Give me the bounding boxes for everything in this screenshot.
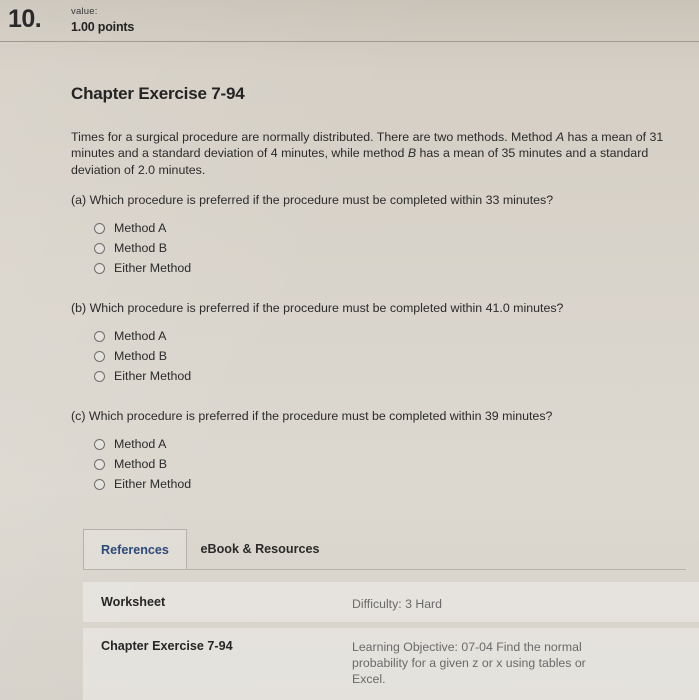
tab-ebook-resources[interactable]: eBook & Resources xyxy=(187,529,333,569)
problem-statement: Times for a surgical procedure are norma… xyxy=(71,129,686,178)
part-label-b: (b) xyxy=(71,301,87,315)
radio-icon[interactable] xyxy=(94,458,105,470)
radio-icon[interactable] xyxy=(94,370,105,382)
radio-icon[interactable] xyxy=(94,262,105,274)
part-question-b: Which procedure is preferred if the proc… xyxy=(89,301,564,315)
option-a-either-method[interactable]: Either Method xyxy=(94,258,686,278)
option-c-either-method[interactable]: Either Method xyxy=(94,474,686,494)
question-number: 10. xyxy=(8,5,42,33)
question-header: 10. value: 1.00 points xyxy=(0,0,699,41)
option-group-b: Method A Method B Either Method xyxy=(71,326,686,386)
part-question-a: Which procedure is preferred if the proc… xyxy=(89,193,554,207)
option-b-method-b[interactable]: Method B xyxy=(94,346,686,366)
option-label: Method A xyxy=(114,221,167,235)
radio-icon[interactable] xyxy=(94,242,105,254)
header-divider xyxy=(0,41,699,42)
option-a-method-b[interactable]: Method B xyxy=(94,238,686,258)
radio-icon[interactable] xyxy=(94,330,105,342)
question-text-c: (c) Which procedure is preferred if the … xyxy=(71,409,686,423)
row-difficulty: Difficulty: 3 Hard xyxy=(352,597,442,611)
radio-icon[interactable] xyxy=(94,222,105,234)
tab-label: References xyxy=(101,542,169,557)
value-label: value: xyxy=(71,6,98,17)
option-label: Either Method xyxy=(114,477,192,491)
option-label: Method B xyxy=(114,457,168,471)
question-part-c: (c) Which procedure is preferred if the … xyxy=(71,409,686,494)
option-label: Method B xyxy=(114,349,168,363)
tabs-divider xyxy=(83,569,686,570)
radio-icon[interactable] xyxy=(94,478,105,490)
table-row[interactable]: Chapter Exercise 7-94 Learning Objective… xyxy=(83,628,699,700)
table-row[interactable]: Worksheet Difficulty: 3 Hard xyxy=(83,582,699,622)
radio-icon[interactable] xyxy=(94,350,105,362)
option-c-method-b[interactable]: Method B xyxy=(94,454,686,474)
option-b-method-a[interactable]: Method A xyxy=(94,326,686,346)
option-label: Either Method xyxy=(114,369,192,383)
option-b-either-method[interactable]: Either Method xyxy=(94,366,686,386)
question-text-b: (b) Which procedure is preferred if the … xyxy=(71,301,686,315)
option-label: Method A xyxy=(114,329,167,343)
option-label: Either Method xyxy=(114,261,192,275)
problem-statement-part1: Times for a surgical procedure are norma… xyxy=(71,130,556,144)
tab-references[interactable]: References xyxy=(83,529,187,569)
tab-label: eBook & Resources xyxy=(200,542,320,556)
option-group-c: Method A Method B Either Method xyxy=(71,434,686,494)
option-label: Method A xyxy=(114,437,167,451)
option-group-a: Method A Method B Either Method xyxy=(71,218,686,278)
option-label: Method B xyxy=(114,241,168,255)
question-text-a: (a) Which procedure is preferred if the … xyxy=(71,193,686,207)
method-a-symbol: A xyxy=(555,130,565,144)
row-learning-objective: Learning Objective: 07-04 Find the norma… xyxy=(352,640,586,686)
question-part-b: (b) Which procedure is preferred if the … xyxy=(71,301,686,386)
part-label-a: (a) xyxy=(71,193,87,207)
question-part-a: (a) Which procedure is preferred if the … xyxy=(71,193,686,278)
option-a-method-a[interactable]: Method A xyxy=(94,218,686,238)
points-value: 1.00 points xyxy=(71,20,135,34)
option-c-method-a[interactable]: Method A xyxy=(94,434,686,454)
radio-icon[interactable] xyxy=(94,438,105,450)
page-title: Chapter Exercise 7-94 xyxy=(71,84,245,103)
part-question-c: Which procedure is preferred if the proc… xyxy=(88,409,553,423)
row-title: Chapter Exercise 7-94 xyxy=(101,639,233,653)
method-b-symbol: B xyxy=(407,146,417,161)
part-label-c: (c) xyxy=(71,409,86,423)
row-title: Worksheet xyxy=(101,595,166,609)
